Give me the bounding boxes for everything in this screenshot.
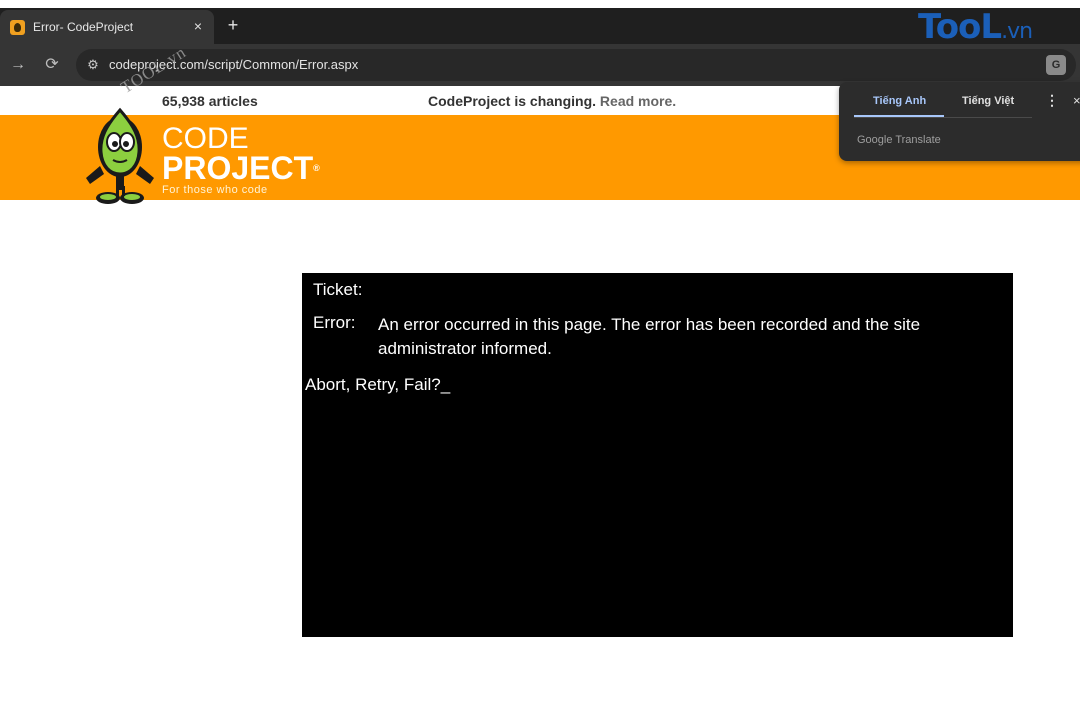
articles-count: 65,938 articles [162, 93, 258, 109]
new-tab-button[interactable]: + [222, 14, 244, 36]
watermark-letter-t: T [918, 7, 937, 47]
announcement: CodeProject is changing. Read more. [428, 93, 676, 109]
tool-vn-watermark-logo: TooL.vn [918, 7, 1033, 47]
tab-close-icon[interactable]: × [190, 18, 206, 34]
forward-arrow-icon[interactable]: → [8, 55, 28, 75]
watermark-letters-oo: oo [935, 7, 982, 47]
error-message: An error occurred in this page. The erro… [378, 315, 921, 358]
read-more-link[interactable]: Read more. [600, 93, 676, 109]
logo-project-text: PROJECT [162, 150, 314, 186]
translate-menu-icon[interactable]: ⋮ [1045, 92, 1059, 109]
translate-page-icon[interactable]: G [1046, 55, 1066, 75]
ticket-label: Ticket: [313, 280, 363, 299]
abort-retry-fail-prompt: Abort, Retry, Fail?_ [305, 375, 451, 394]
screenshot-frame: Error- CodeProject × + TooL.vn → ⟳ ⚙ cod… [0, 0, 1080, 720]
translate-tab-target[interactable]: Tiếng Việt [962, 95, 1014, 107]
error-label: Error: [313, 313, 356, 332]
announcement-text: CodeProject is changing. [428, 93, 597, 109]
browser-tab-bar: Error- CodeProject × + TooL.vn [0, 8, 1080, 44]
bob-mascot-icon[interactable] [80, 104, 160, 208]
tab-title: Error- CodeProject [33, 20, 134, 34]
logo-code-text: CODE [162, 122, 249, 155]
translate-tab-source[interactable]: Tiếng Anh [873, 95, 926, 107]
logo-project-line: PROJECT® [162, 150, 320, 186]
browser-tab-active[interactable]: Error- CodeProject × [0, 10, 214, 44]
address-bar[interactable]: ⚙ codeproject.com/script/Common/Error.as… [76, 49, 1076, 81]
watermark-letter-l: L [980, 7, 1002, 47]
codeproject-favicon-icon [10, 19, 25, 35]
codeproject-logo[interactable]: CODE PROJECT® For those who code [162, 122, 320, 197]
google-translate-label: Google Translate [857, 134, 941, 146]
translate-close-icon[interactable]: × [1073, 93, 1080, 108]
logo-registered-mark: ® [313, 163, 320, 173]
error-console: Ticket: Error: An error occurred in this… [302, 273, 1013, 637]
site-settings-icon[interactable]: ⚙ [84, 56, 102, 74]
translate-tab-divider [854, 117, 1032, 118]
translate-popup: Tiếng Anh Tiếng Việt ⋮ × Google Translat… [839, 82, 1080, 161]
watermark-vn: .vn [1001, 19, 1033, 44]
reload-icon[interactable]: ⟳ [42, 55, 62, 75]
